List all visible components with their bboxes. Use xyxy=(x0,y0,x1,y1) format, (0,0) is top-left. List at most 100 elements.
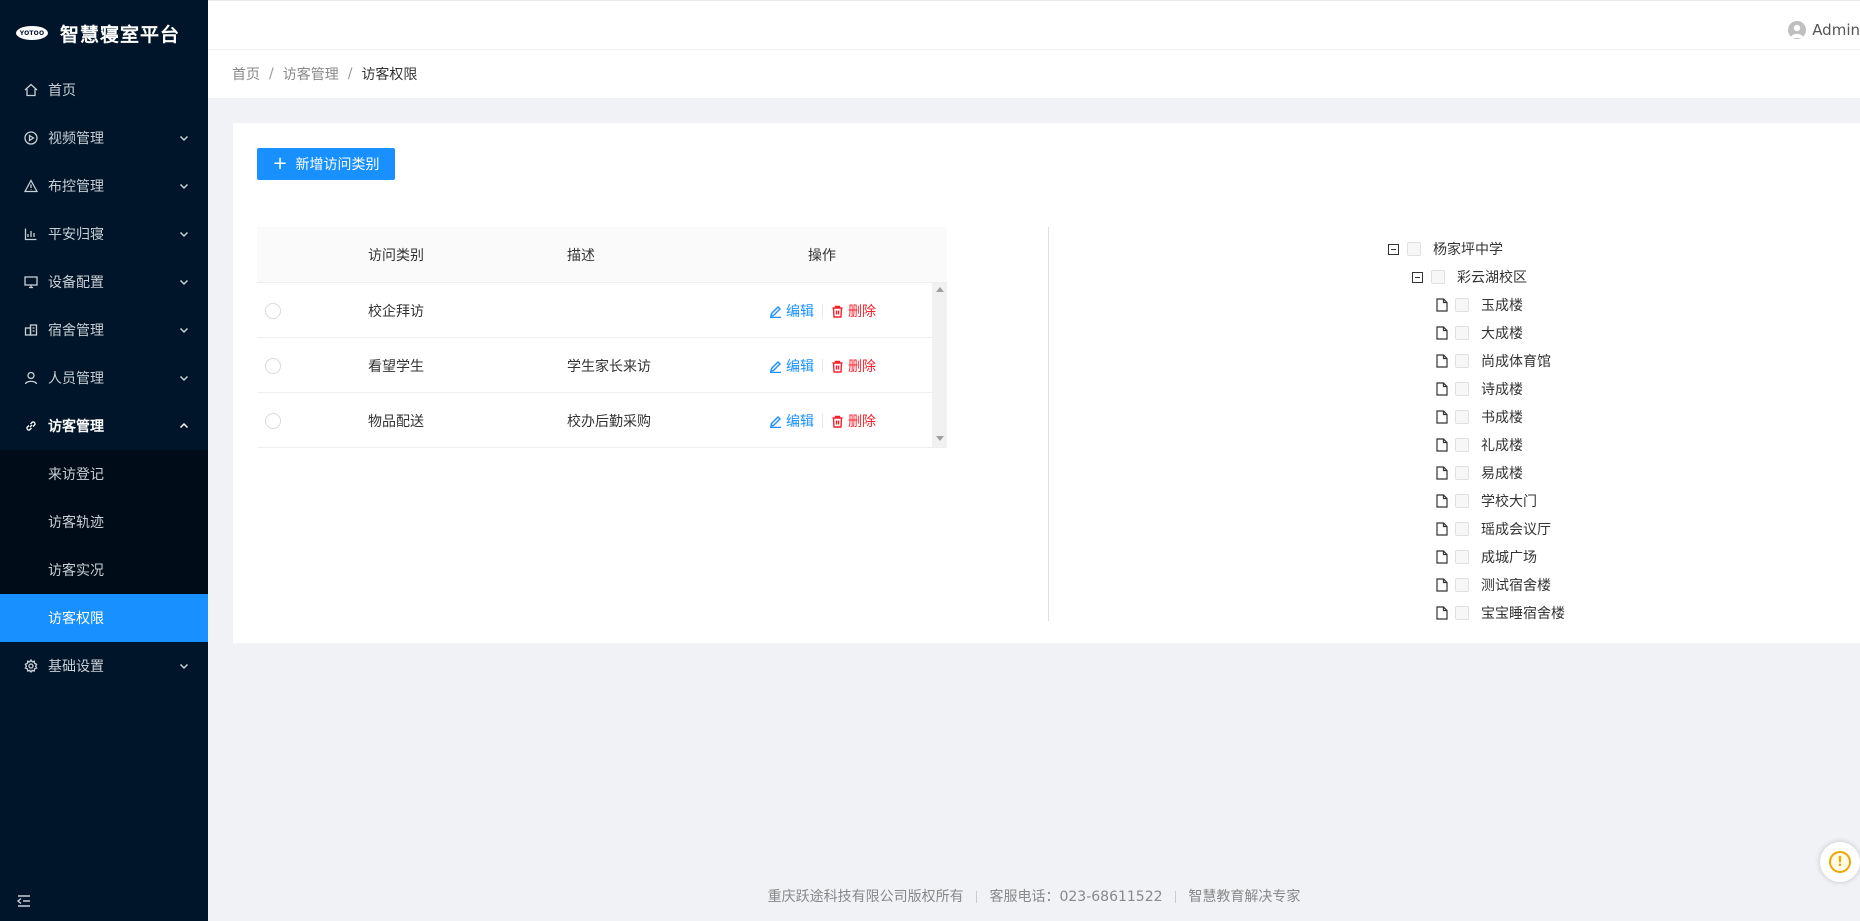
delete-label: 删除 xyxy=(848,359,876,375)
sidebar-subitem-visitor-live[interactable]: 访客实况 xyxy=(0,546,208,594)
menu-fold-icon[interactable] xyxy=(16,893,32,909)
sidebar-subitem-visit-register[interactable]: 来访登记 xyxy=(0,450,208,498)
tree-node-label: 学校大门 xyxy=(1481,494,1537,510)
sidebar-item-label: 首页 xyxy=(48,83,76,99)
table-row[interactable]: 看望学生 学生家长来访 编辑 删除 xyxy=(257,338,947,393)
tree-node-label: 诗成楼 xyxy=(1481,382,1523,398)
chevron-up-icon xyxy=(178,420,190,432)
app-title: 智慧寝室平台 xyxy=(60,23,181,46)
edit-label: 编辑 xyxy=(786,414,814,430)
sidebar-subitem-visitor-track[interactable]: 访客轨迹 xyxy=(0,498,208,546)
tree-checkbox[interactable] xyxy=(1455,354,1469,368)
plus-icon: + xyxy=(272,153,288,174)
tree-node-label: 测试宿舍楼 xyxy=(1481,578,1551,594)
sidebar-item-label: 基础设置 xyxy=(48,659,104,675)
collapse-toggle-icon[interactable] xyxy=(1412,271,1423,283)
gear-icon xyxy=(24,659,38,673)
sidebar-item-visitor[interactable]: 访客管理 xyxy=(0,402,208,450)
tree-checkbox[interactable] xyxy=(1455,438,1469,452)
add-button-label: 新增访问类别 xyxy=(295,157,380,173)
warning-icon xyxy=(24,179,38,193)
content-card: + 新增访问类别 访问类别 描述 操作 校企拜访 编辑 删除 看望学生 学生家长… xyxy=(233,123,1860,643)
sidebar-item-home[interactable]: 首页 xyxy=(0,66,208,114)
tree-checkbox[interactable] xyxy=(1455,578,1469,592)
sidebar-subitem-visitor-permission[interactable]: 访客权限 xyxy=(0,594,208,642)
footer: 重庆跃途科技有限公司版权所有 客服电话：023-68611522 智慧教育解决专… xyxy=(208,886,1860,906)
tree-checkbox[interactable] xyxy=(1455,550,1469,564)
tree-checkbox[interactable] xyxy=(1455,410,1469,424)
chevron-down-icon xyxy=(178,132,190,144)
tree-checkbox[interactable] xyxy=(1407,242,1421,256)
sidebar-item-dorm[interactable]: 宿舍管理 xyxy=(0,306,208,354)
tree-node-building: 礼成楼 xyxy=(1436,435,1523,455)
breadcrumb-home[interactable]: 首页 xyxy=(232,64,260,84)
chevron-down-icon xyxy=(178,228,190,240)
logo[interactable]: YOTOO 智慧寝室平台 xyxy=(0,0,208,66)
tree-node-campus: 彩云湖校区 xyxy=(1412,267,1527,287)
footer-separator xyxy=(1174,891,1176,903)
tree-node-building: 学校大门 xyxy=(1436,491,1537,511)
add-visit-type-button[interactable]: + 新增访问类别 xyxy=(257,148,395,180)
delete-button[interactable]: 删除 xyxy=(831,301,876,321)
sidebar: YOTOO 智慧寝室平台 首页 视频管理 布控管理 平安归寝 设备配置 宿舍管理… xyxy=(0,0,208,921)
file-icon xyxy=(1436,578,1448,592)
table-row[interactable]: 物品配送 校办后勤采购 编辑 删除 xyxy=(257,393,947,448)
collapse-toggle-icon[interactable] xyxy=(1388,243,1399,255)
row-radio[interactable] xyxy=(265,358,281,374)
visit-type-table: 访问类别 描述 操作 校企拜访 编辑 删除 看望学生 学生家长来访 编辑 删除 … xyxy=(257,227,947,448)
chevron-down-icon xyxy=(178,180,190,192)
edit-icon xyxy=(770,415,781,428)
trash-icon xyxy=(832,415,843,428)
file-icon xyxy=(1436,522,1448,536)
delete-label: 删除 xyxy=(848,414,876,430)
tree-checkbox[interactable] xyxy=(1455,606,1469,620)
edit-button[interactable]: 编辑 xyxy=(769,411,814,431)
edit-label: 编辑 xyxy=(786,359,814,375)
tree-node-label: 玉成楼 xyxy=(1481,298,1523,314)
row-radio[interactable] xyxy=(265,303,281,319)
sidebar-item-personnel[interactable]: 人员管理 xyxy=(0,354,208,402)
user-menu[interactable]: Admin xyxy=(1788,21,1860,39)
scroll-up-arrow-icon[interactable] xyxy=(936,287,944,292)
scroll-down-arrow-icon[interactable] xyxy=(936,436,944,441)
tree-node-label: 礼成楼 xyxy=(1481,438,1523,454)
tree-checkbox[interactable] xyxy=(1455,326,1469,340)
delete-button[interactable]: 删除 xyxy=(831,411,876,431)
column-header-op: 操作 xyxy=(808,248,836,264)
file-icon xyxy=(1436,606,1448,620)
sidebar-item-video[interactable]: 视频管理 xyxy=(0,114,208,162)
tree-node-building: 诗成楼 xyxy=(1436,379,1523,399)
table-scrollbar[interactable] xyxy=(932,283,947,447)
tree-checkbox[interactable] xyxy=(1455,382,1469,396)
sidebar-item-basic-settings[interactable]: 基础设置 xyxy=(0,642,208,690)
sidebar-item-surveillance[interactable]: 布控管理 xyxy=(0,162,208,210)
delete-button[interactable]: 删除 xyxy=(831,356,876,376)
tree-checkbox[interactable] xyxy=(1431,270,1445,284)
sidebar-item-label: 视频管理 xyxy=(48,131,104,147)
breadcrumb-separator: / xyxy=(269,66,274,82)
footer-phone: 客服电话：023-68611522 xyxy=(989,889,1163,905)
home-icon xyxy=(24,83,38,97)
file-icon xyxy=(1436,354,1448,368)
row-radio[interactable] xyxy=(265,413,281,429)
sidebar-item-safe-return[interactable]: 平安归寝 xyxy=(0,210,208,258)
chevron-down-icon xyxy=(178,324,190,336)
breadcrumb-current: 访客权限 xyxy=(361,67,418,83)
tree-node-label: 大成楼 xyxy=(1481,326,1523,342)
help-float-button[interactable]: ! xyxy=(1820,842,1860,882)
footer-company: 重庆跃途科技有限公司版权所有 xyxy=(767,889,964,905)
edit-icon xyxy=(770,305,781,318)
tree-checkbox[interactable] xyxy=(1455,298,1469,312)
tree-checkbox[interactable] xyxy=(1455,466,1469,480)
edit-button[interactable]: 编辑 xyxy=(769,356,814,376)
file-icon xyxy=(1436,466,1448,480)
cell-type: 校企拜访 xyxy=(368,304,424,320)
tree-checkbox[interactable] xyxy=(1455,522,1469,536)
breadcrumb-visitor[interactable]: 访客管理 xyxy=(283,64,339,84)
sidebar-item-device-config[interactable]: 设备配置 xyxy=(0,258,208,306)
edit-button[interactable]: 编辑 xyxy=(769,301,814,321)
table-row[interactable]: 校企拜访 编辑 删除 xyxy=(257,283,947,338)
tree-node-building: 易成楼 xyxy=(1436,463,1523,483)
tree-checkbox[interactable] xyxy=(1455,494,1469,508)
chevron-down-icon xyxy=(178,276,190,288)
